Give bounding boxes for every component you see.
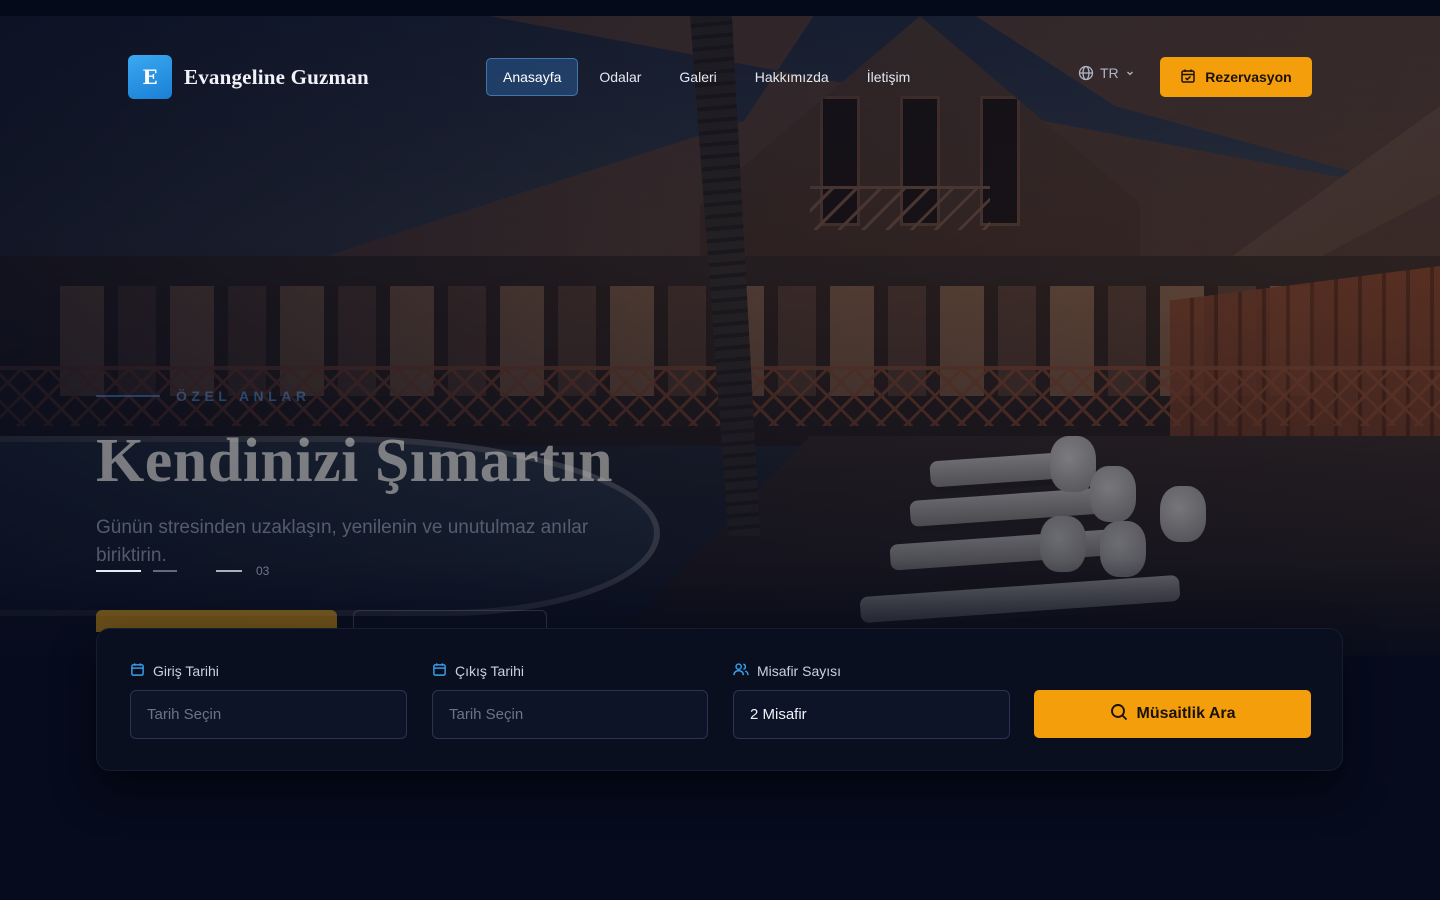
slide-counter: 03 (256, 564, 270, 578)
checkin-field: Giriş Tarihi Tarih Seçin (130, 662, 407, 739)
checkout-field: Çıkış Tarihi Tarih Seçin (432, 662, 708, 739)
calendar-check-icon (1180, 68, 1196, 87)
globe-icon (1078, 65, 1094, 81)
checkout-label: Çıkış Tarihi (432, 662, 708, 680)
calendar-icon (130, 662, 145, 680)
slider-indicators: 03 (96, 564, 269, 578)
chevron-down-icon (1125, 68, 1135, 78)
slide-indicator-3[interactable] (216, 570, 242, 572)
checkout-label-text: Çıkış Tarihi (455, 663, 524, 679)
calendar-icon (432, 662, 447, 680)
checkin-label: Giriş Tarihi (130, 662, 407, 680)
reservation-button-label: Rezervasyon (1205, 69, 1292, 85)
guests-field: Misafir Sayısı 2 Misafir (733, 662, 1010, 739)
slide-indicator-1[interactable] (96, 570, 141, 572)
nav-item-galeri[interactable]: Galeri (662, 58, 733, 96)
reservation-button[interactable]: Rezervasyon (1160, 57, 1312, 97)
checkin-date-input[interactable]: Tarih Seçin (130, 690, 407, 739)
nav-item-odalar[interactable]: Odalar (582, 58, 658, 96)
eyebrow-text: ÖZEL ANLAR (176, 388, 311, 404)
search-icon (1110, 703, 1128, 726)
brand-logo[interactable]: E (128, 55, 172, 99)
hero-eyebrow: ÖZEL ANLAR (96, 388, 310, 404)
eyebrow-line (96, 395, 160, 397)
main-nav: E Evangeline Guzman Anasayfa Odalar Gale… (128, 55, 1312, 99)
guests-label-text: Misafir Sayısı (757, 663, 842, 679)
language-selector[interactable]: TR (1078, 65, 1135, 81)
slide-indicator-2[interactable] (153, 570, 177, 572)
checkout-date-input[interactable]: Tarih Seçin (432, 690, 708, 739)
brand-name[interactable]: Evangeline Guzman (184, 65, 369, 90)
checkin-label-text: Giriş Tarihi (153, 663, 219, 679)
guests-select[interactable]: 2 Misafir (733, 690, 1010, 739)
hero-subtitle: Günün stresinden uzaklaşın, yenilenin ve… (96, 517, 589, 566)
language-label: TR (1100, 65, 1119, 81)
nav-menu: Anasayfa Odalar Galeri Hakkımızda İletiş… (486, 58, 927, 96)
nav-item-anasayfa[interactable]: Anasayfa (486, 58, 579, 96)
users-icon (733, 662, 749, 680)
top-strip (0, 0, 1440, 16)
booking-panel: Giriş Tarihi Tarih Seçin Çıkış Tarihi Ta… (96, 628, 1343, 771)
hero-title: Kendinizi Şımartın (96, 427, 614, 495)
nav-item-hakkimizda[interactable]: Hakkımızda (738, 58, 846, 96)
brand[interactable]: E Evangeline Guzman (128, 55, 369, 99)
check-availability-button[interactable]: Müsaitlik Ara (1034, 690, 1311, 738)
check-availability-label: Müsaitlik Ara (1136, 705, 1236, 722)
guests-label: Misafir Sayısı (733, 662, 1010, 680)
nav-item-iletisim[interactable]: İletişim (850, 58, 928, 96)
